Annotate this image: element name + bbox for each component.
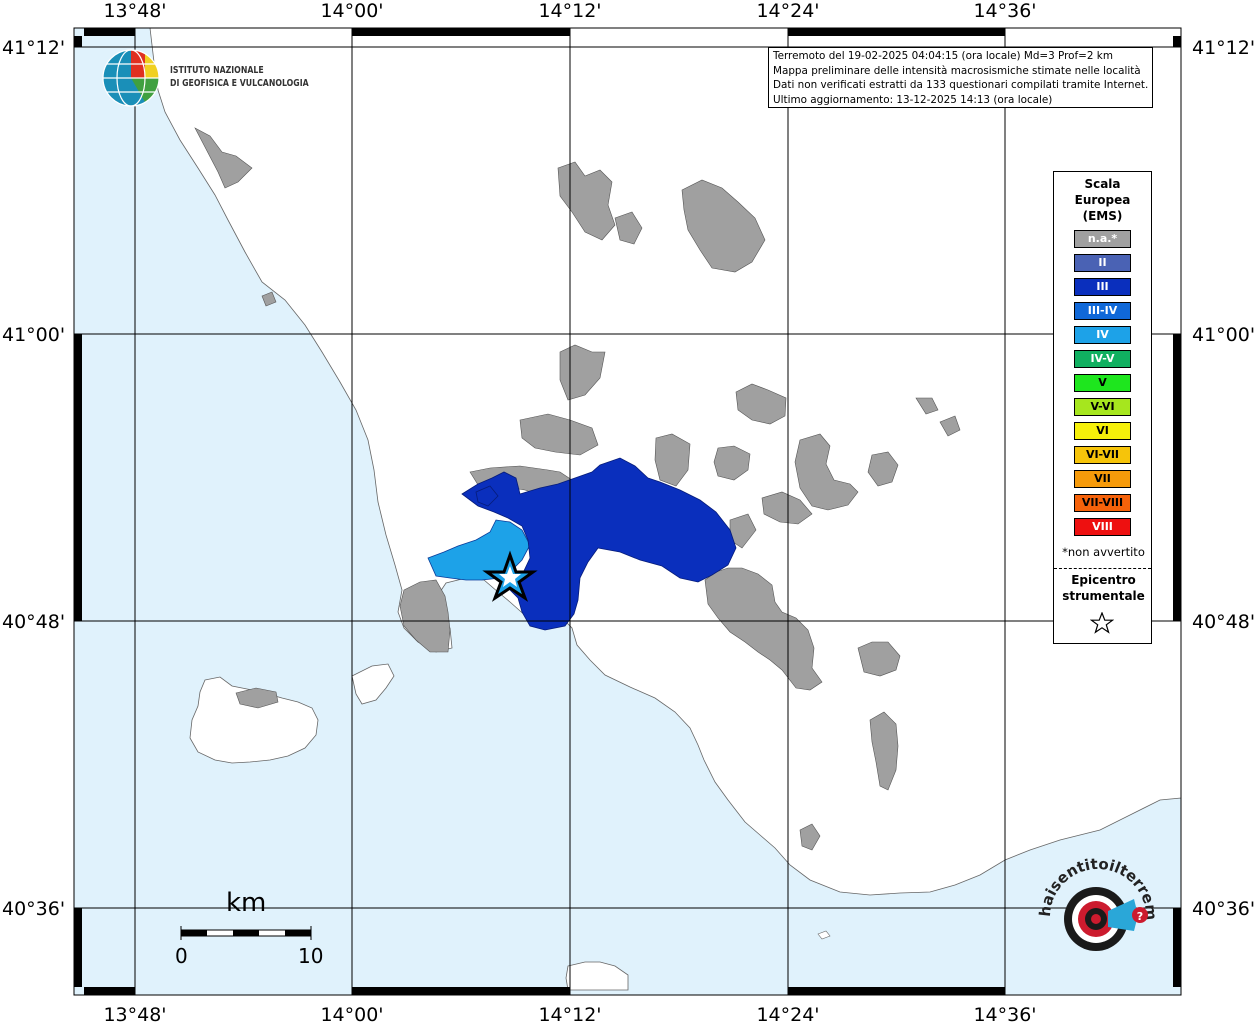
event-info-line-2: Mappa preliminare delle intensità macros… bbox=[773, 64, 1141, 77]
legend-item-v-vi: V-VI bbox=[1074, 398, 1131, 416]
lat-label-right-3: 40°48' bbox=[1192, 611, 1255, 633]
legend-item-ii: II bbox=[1074, 254, 1131, 272]
svg-text:?: ? bbox=[1137, 910, 1143, 923]
event-info-line-3: Dati non verificati estratti da 133 ques… bbox=[773, 79, 1149, 91]
legend-epicenter-line-2: strumentale bbox=[1062, 589, 1145, 603]
legend-divider bbox=[1054, 568, 1151, 569]
institute-line-2: DI GEOFISICA E VULCANOLOGIA bbox=[170, 78, 309, 89]
scale-unit-label: km bbox=[226, 888, 267, 918]
event-info-line-4: Ultimo aggiornamento: 13-12-2025 14:13 (… bbox=[773, 93, 1053, 106]
ems-legend: Scala Europea (EMS) n.a.* II III III-IV … bbox=[1053, 171, 1152, 644]
hai-sentito-logo-icon: haisentitoilterremoto.it ? bbox=[1031, 841, 1161, 984]
institute-name: ISTITUTO NAZIONALE DI GEOFISICA E VULCAN… bbox=[170, 64, 309, 90]
legend-item-na: n.a.* bbox=[1074, 230, 1131, 248]
legend-title-line-2: Europea bbox=[1074, 193, 1131, 207]
legend-epicenter-line-1: Epicentro bbox=[1071, 573, 1136, 587]
legend-item-iii: III bbox=[1074, 278, 1131, 296]
lat-label-left-4: 40°36' bbox=[2, 898, 65, 920]
legend-item-iii-iv: III-IV bbox=[1074, 302, 1131, 320]
lat-label-right-1: 41°12' bbox=[1192, 37, 1255, 59]
scale-min-label: 0 bbox=[175, 944, 188, 968]
ingv-globe-icon bbox=[101, 48, 163, 114]
institute-line-1: ISTITUTO NAZIONALE bbox=[170, 65, 264, 76]
legend-title: Scala Europea (EMS) bbox=[1054, 176, 1151, 224]
lat-label-left-3: 40°48' bbox=[2, 611, 65, 633]
lon-label-bottom-1: 13°48' bbox=[103, 1004, 166, 1024]
legend-item-iv: IV bbox=[1074, 326, 1131, 344]
legend-epicenter-label: Epicentro strumentale bbox=[1054, 572, 1153, 604]
lon-label-top-2: 14°00' bbox=[320, 0, 383, 22]
lon-label-bottom-5: 14°36' bbox=[973, 1004, 1036, 1024]
lon-label-bottom-3: 14°12' bbox=[538, 1004, 601, 1024]
lon-label-top-5: 14°36' bbox=[973, 0, 1036, 22]
lat-label-right-2: 41°00' bbox=[1192, 324, 1255, 346]
scale-max-label: 10 bbox=[298, 944, 324, 968]
lat-label-right-4: 40°36' bbox=[1192, 898, 1255, 920]
legend-item-vi: VI bbox=[1074, 422, 1131, 440]
legend-item-vii: VII bbox=[1074, 470, 1131, 488]
legend-title-line-1: Scala bbox=[1084, 177, 1121, 191]
legend-title-line-3: (EMS) bbox=[1082, 209, 1123, 223]
lon-label-top-3: 14°12' bbox=[538, 0, 601, 22]
legend-item-vii-viii: VII-VIII bbox=[1074, 494, 1131, 512]
lon-label-top-4: 14°24' bbox=[756, 0, 819, 22]
star-outline-icon bbox=[1089, 611, 1115, 638]
legend-item-v: V bbox=[1074, 374, 1131, 392]
legend-item-iv-v: IV-V bbox=[1074, 350, 1131, 368]
lat-label-left-2: 41°00' bbox=[2, 324, 65, 346]
event-info-box: Terremoto del 19-02-2025 04:04:15 (ora l… bbox=[768, 47, 1153, 108]
lon-label-bottom-4: 14°24' bbox=[756, 1004, 819, 1024]
lon-label-bottom-2: 14°00' bbox=[320, 1004, 383, 1024]
lat-label-left-1: 41°12' bbox=[2, 37, 65, 59]
lon-label-top-1: 13°48' bbox=[103, 0, 166, 22]
legend-note: *non avvertito bbox=[1062, 545, 1145, 559]
legend-item-viii: VIII bbox=[1074, 518, 1131, 536]
event-info-line-1: Terremoto del 19-02-2025 04:04:15 (ora l… bbox=[773, 50, 1113, 62]
legend-item-vi-vii: VI-VII bbox=[1074, 446, 1131, 464]
